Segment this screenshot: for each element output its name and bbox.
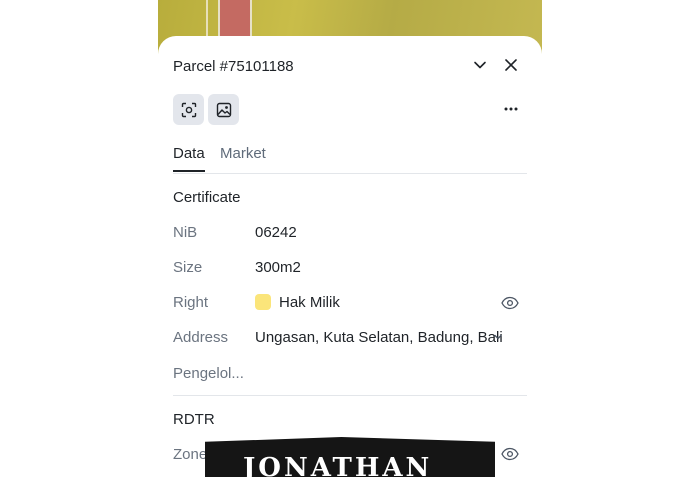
zone-eye-icon[interactable] [501, 447, 519, 461]
focus-select-icon [181, 102, 196, 117]
close-icon [505, 59, 517, 71]
watermark-text: JONATHAN [243, 453, 433, 477]
chevron-down-icon [474, 61, 486, 69]
select-tool-button[interactable] [173, 94, 204, 125]
tabs-divider [173, 173, 527, 174]
address-expand-chevron-icon[interactable] [493, 332, 503, 342]
parcel-details-panel: Parcel #75101188 Data Market Certificate… [158, 36, 542, 476]
field-label-zone: Zone [173, 446, 208, 463]
section-certificate-title: Certificate [173, 189, 241, 206]
field-value-size: 300m2 [255, 259, 301, 276]
image-tool-button[interactable] [208, 94, 239, 125]
field-value-address: Ungasan, Kuta Selatan, Badung, Bali [255, 329, 503, 346]
more-options-button[interactable] [501, 98, 521, 120]
field-value-right: Hak Milik [279, 294, 340, 311]
right-color-swatch [255, 294, 271, 310]
more-dots-icon [504, 107, 518, 111]
close-button[interactable] [500, 54, 522, 76]
active-tab-indicator [173, 170, 205, 172]
section-divider [173, 395, 527, 396]
tab-market[interactable]: Market [220, 145, 266, 162]
field-label-address: Address [173, 329, 229, 346]
section-rdtr-title: RDTR [173, 411, 215, 428]
panel-title: Parcel #75101188 [173, 58, 294, 75]
field-label-pengelola: Pengelol... [173, 365, 244, 382]
collapse-button[interactable] [469, 54, 491, 76]
eye-icon[interactable] [501, 296, 519, 310]
field-label-right: Right [173, 294, 209, 311]
image-icon [216, 102, 231, 117]
field-value-nib: 06242 [255, 224, 297, 241]
field-label-nib: NiB [173, 224, 198, 241]
field-label-size: Size [173, 259, 203, 276]
watermark-overlay: JONATHAN [205, 437, 495, 477]
tab-data[interactable]: Data [173, 145, 205, 162]
